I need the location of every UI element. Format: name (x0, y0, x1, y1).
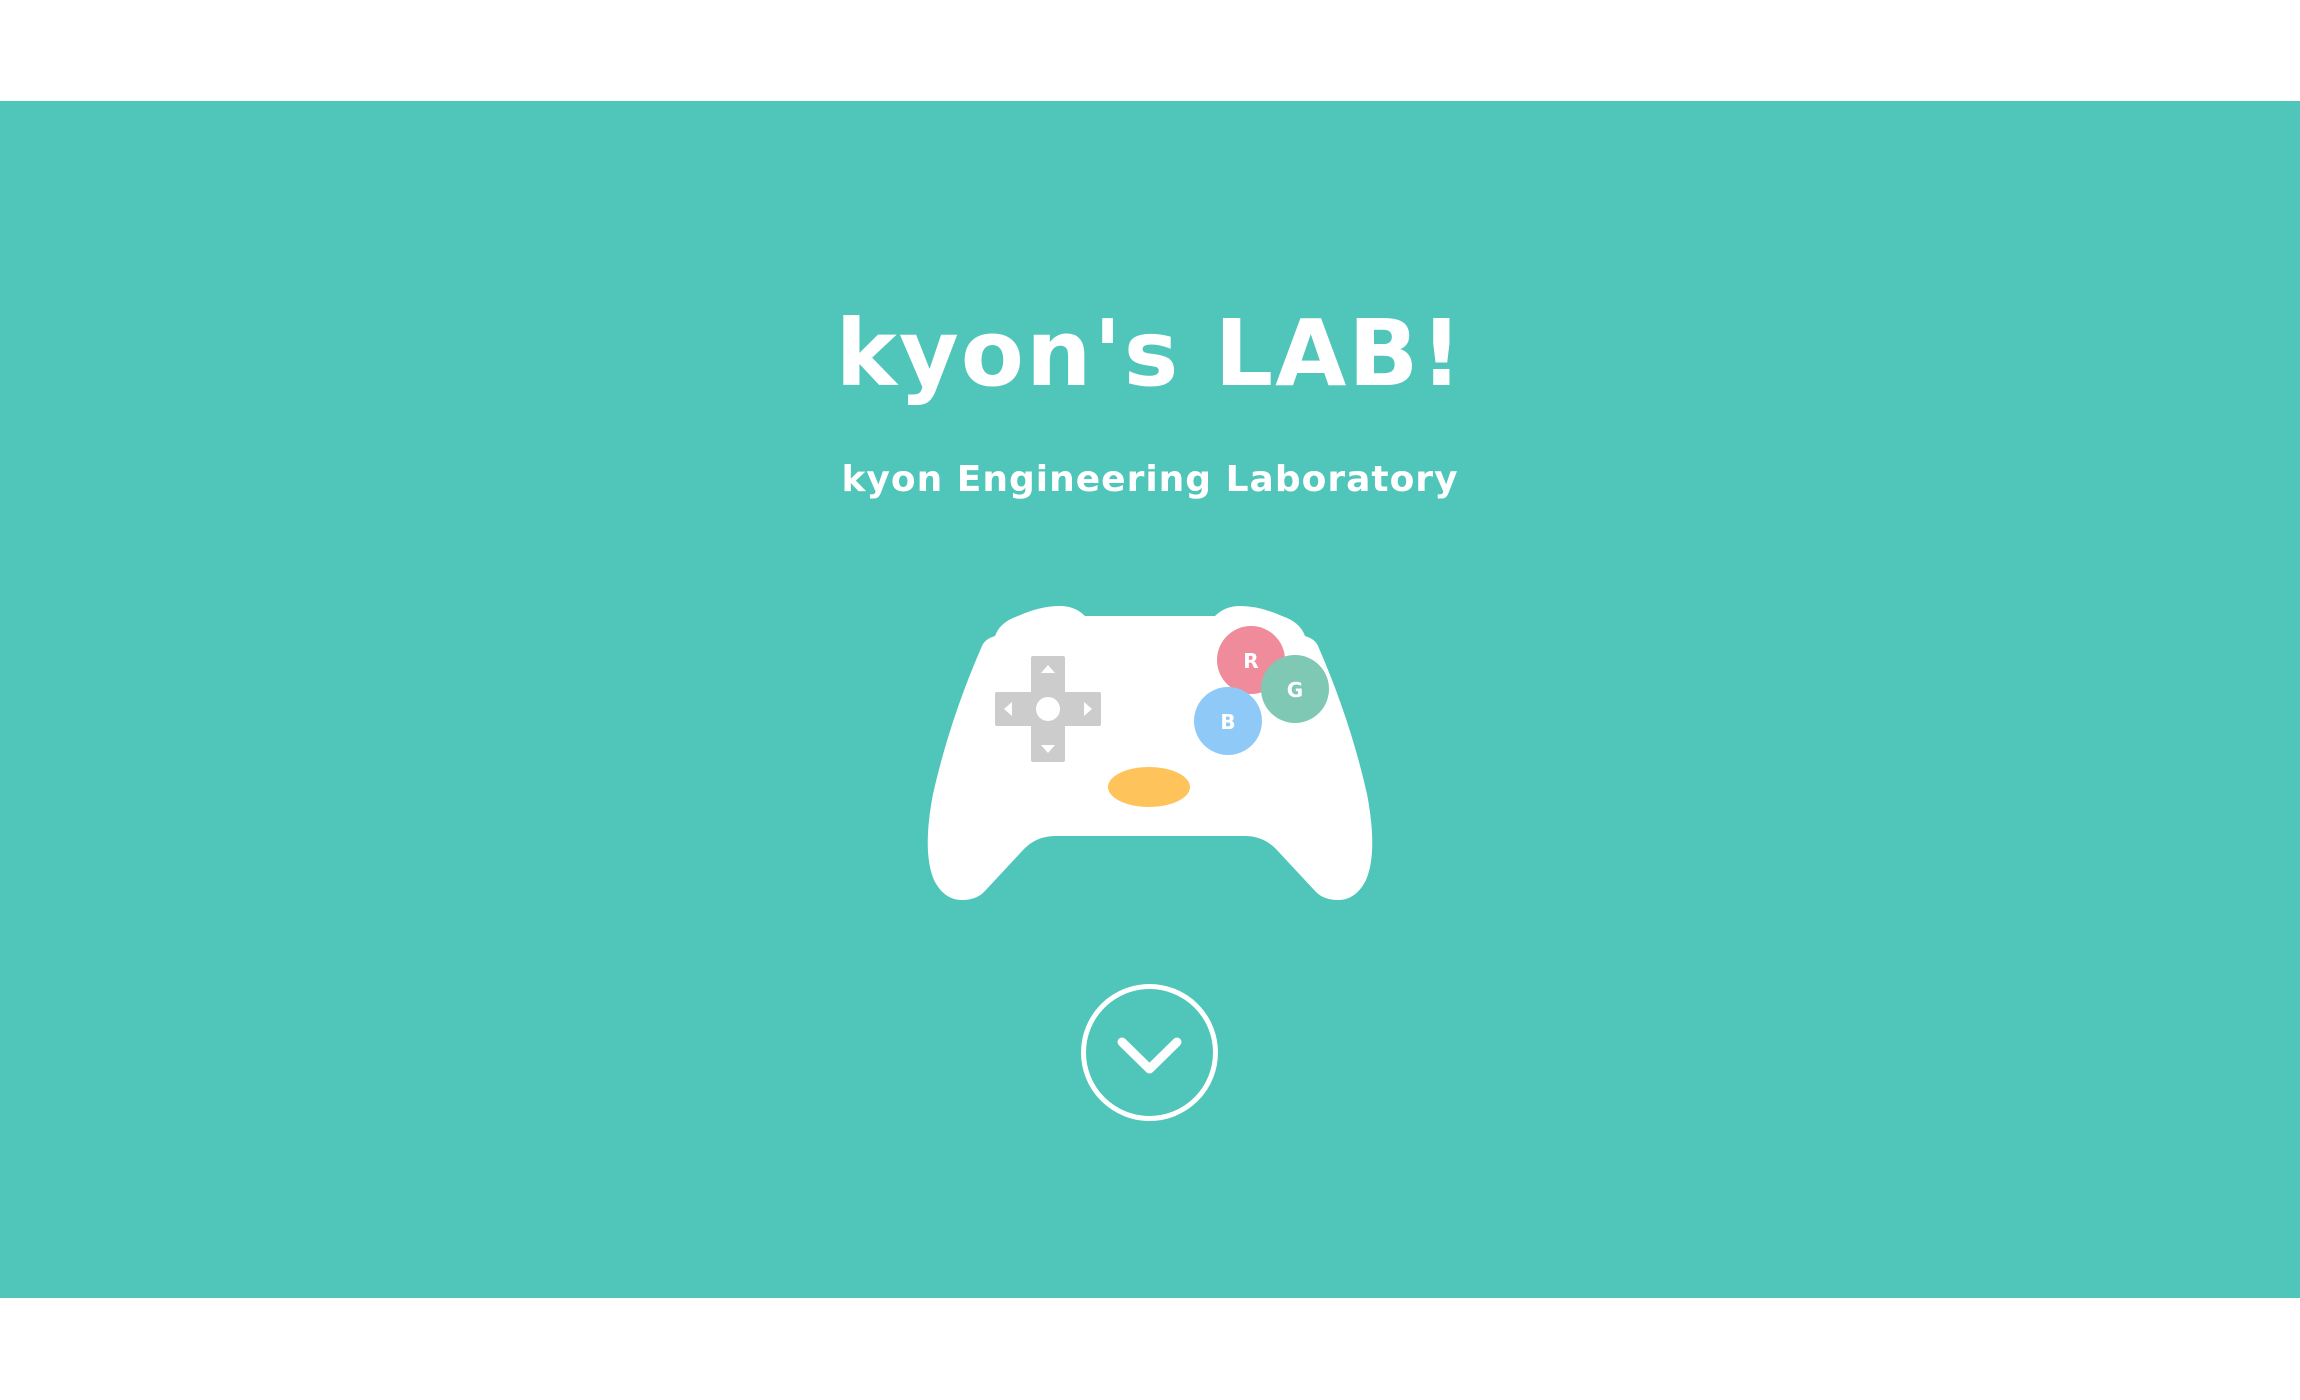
button-blue: B (1194, 687, 1262, 755)
scroll-down-button[interactable] (1080, 983, 1219, 1122)
hero-section: kyon's LAB! kyon Engineering Laboratory … (0, 101, 2300, 1298)
chevron-down-icon (1117, 1037, 1182, 1074)
button-green: G (1261, 655, 1329, 723)
button-green-label: G (1287, 678, 1303, 702)
chevron-down-circle-icon (1081, 984, 1218, 1121)
site-subtitle: kyon Engineering Laboratory (841, 459, 1459, 500)
button-blue-label: B (1220, 710, 1235, 734)
center-button (1108, 767, 1190, 807)
controller-body (927, 606, 1373, 900)
button-red-label: R (1243, 649, 1258, 673)
site-title: kyon's LAB! (835, 300, 1465, 407)
gamepad-icon: R G B (927, 606, 1373, 900)
